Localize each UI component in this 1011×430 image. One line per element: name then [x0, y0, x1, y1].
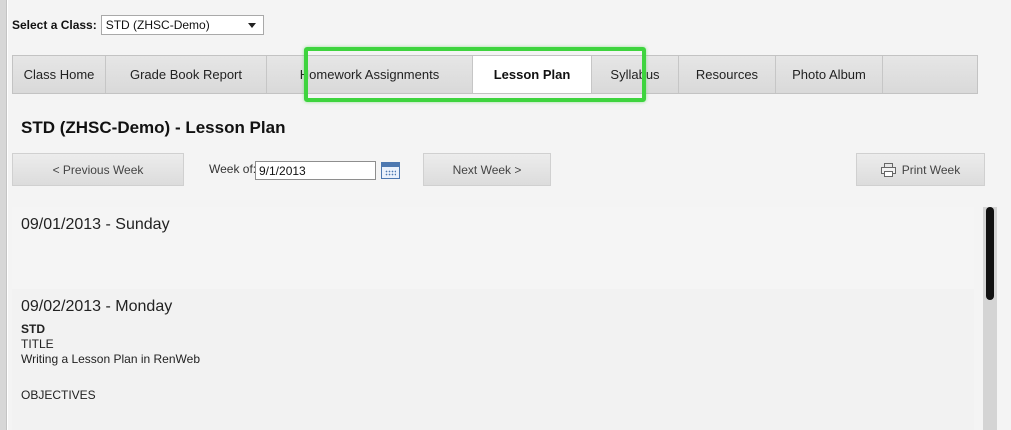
lesson-entry: STD TITLE Writing a Lesson Plan in RenWe… [21, 322, 974, 403]
lesson-days-list: 09/01/2013 - Sunday 09/02/2013 - Monday … [12, 207, 974, 430]
printer-icon [880, 163, 896, 177]
class-selector-label: Select a Class: [12, 18, 97, 32]
tab-homework-assignments[interactable]: Homework Assignments [267, 56, 473, 93]
day-section: 09/02/2013 - Monday STD TITLE Writing a … [12, 289, 974, 430]
lesson-title-label: TITLE [21, 337, 54, 351]
left-border [0, 0, 7, 430]
tab-photo-album[interactable]: Photo Album [776, 56, 883, 93]
class-selector-row: Select a Class: STD (ZHSC-Demo) [12, 13, 264, 37]
week-of-label: Week of: [209, 162, 257, 176]
class-select-value: STD (ZHSC-Demo) [105, 18, 210, 32]
tab-syllabus[interactable]: Syllabus [592, 56, 679, 93]
lesson-subject: STD [21, 322, 45, 336]
day-heading: 09/01/2013 - Sunday [21, 216, 170, 233]
next-week-button[interactable]: Next Week > [423, 153, 551, 186]
print-week-label: Print Week [901, 162, 961, 177]
lesson-objectives-label: OBJECTIVES [21, 388, 96, 402]
tab-lesson-plan[interactable]: Lesson Plan [473, 56, 592, 93]
class-tab-bar: Class Home Grade Book Report Homework As… [12, 55, 978, 94]
print-week-button[interactable]: Print Week [856, 153, 985, 186]
calendar-icon[interactable] [381, 162, 400, 179]
day-section: 09/01/2013 - Sunday [12, 207, 974, 289]
previous-week-button[interactable]: < Previous Week [12, 153, 184, 186]
day-heading: 09/02/2013 - Monday [21, 298, 173, 315]
content-scrollbar-thumb[interactable] [986, 207, 994, 300]
week-date-input[interactable] [255, 161, 376, 180]
tab-grade-book-report[interactable]: Grade Book Report [106, 56, 267, 93]
chevron-down-icon [247, 23, 256, 28]
tab-resources[interactable]: Resources [679, 56, 776, 93]
tab-class-home[interactable]: Class Home [13, 56, 106, 93]
class-select-dropdown[interactable]: STD (ZHSC-Demo) [100, 15, 264, 35]
tab-bar-filler [883, 56, 977, 93]
page-title: STD (ZHSC-Demo) - Lesson Plan [21, 118, 286, 137]
lesson-title-value: Writing a Lesson Plan in RenWeb [21, 352, 200, 366]
lesson-plan-page: Select a Class: STD (ZHSC-Demo) Class Ho… [8, 0, 1011, 430]
